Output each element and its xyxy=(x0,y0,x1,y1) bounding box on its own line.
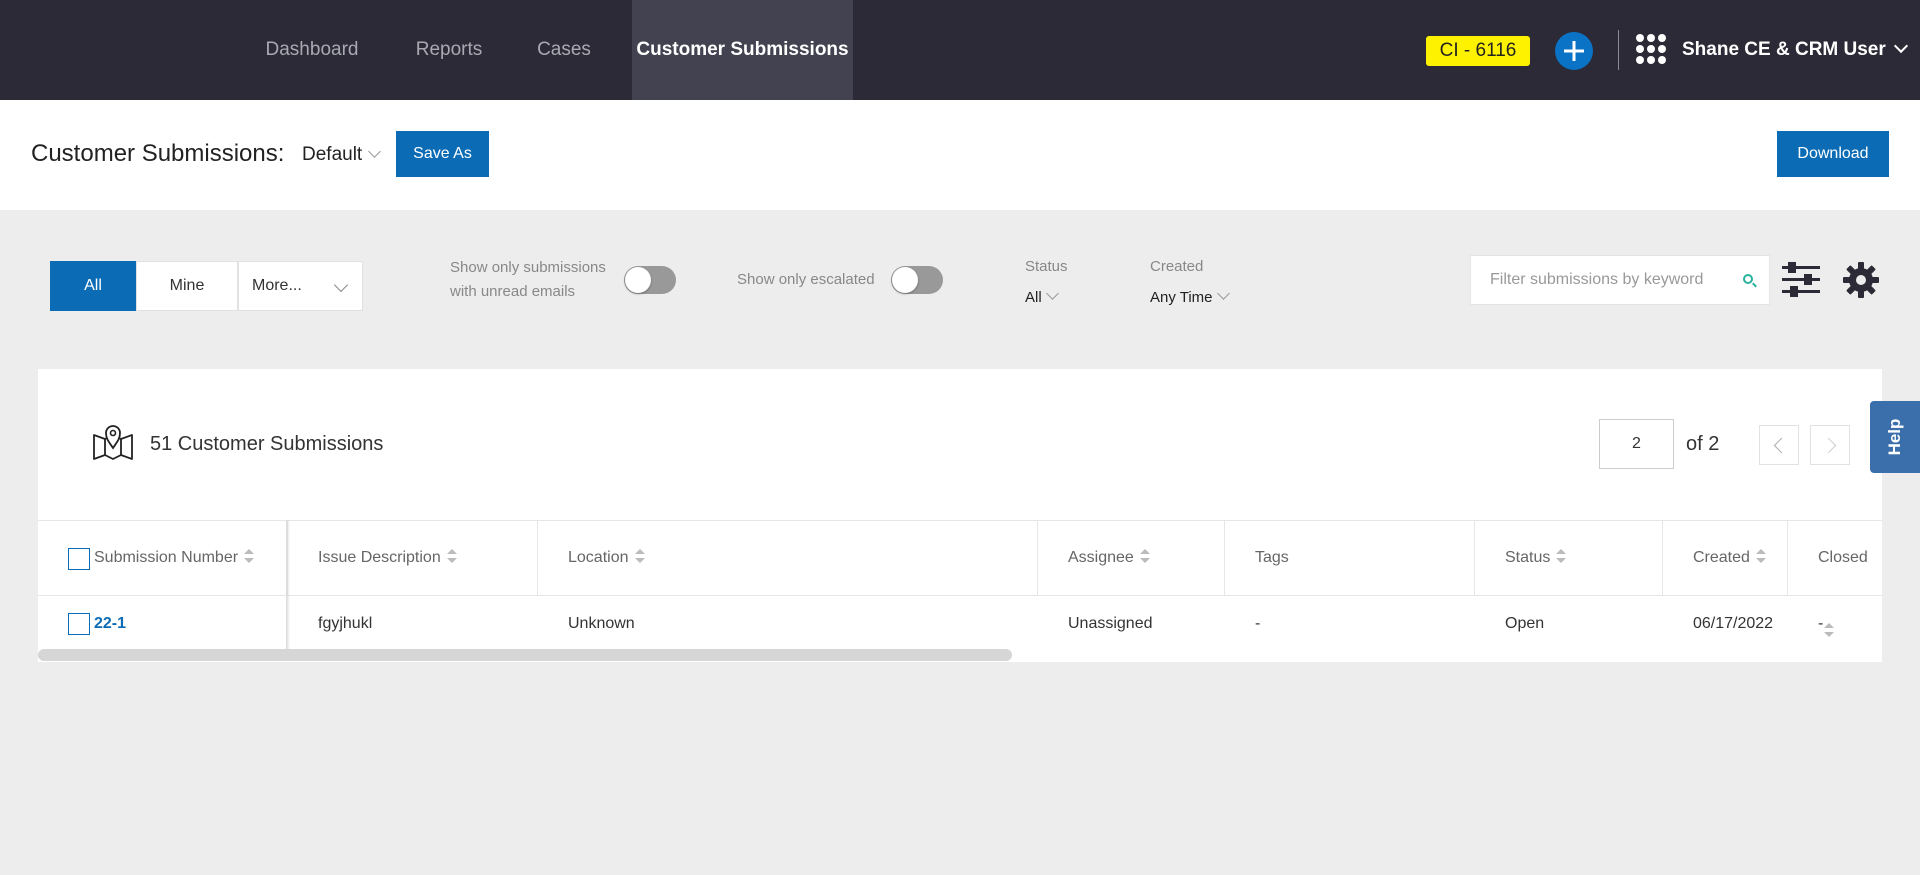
escalated-toggle-label: Show only escalated xyxy=(737,271,875,288)
tab-customer-submissions[interactable]: Customer Submissions xyxy=(632,0,853,100)
page-number-input[interactable] xyxy=(1599,419,1674,469)
next-page-button[interactable] xyxy=(1810,425,1850,465)
column-location[interactable]: Location xyxy=(538,521,1038,595)
top-navigation: Dashboard Reports Cases Customer Submiss… xyxy=(0,0,1920,100)
download-button[interactable]: Download xyxy=(1777,131,1889,177)
table-header: Submission Number Issue Description Loca… xyxy=(38,520,1882,637)
created-filter-dropdown[interactable]: Any Time xyxy=(1150,287,1230,306)
search-icon[interactable] xyxy=(1743,274,1753,284)
cell-location: Unknown xyxy=(568,615,635,632)
horizontal-scrollbar[interactable] xyxy=(38,649,1012,661)
column-closed[interactable]: Closed xyxy=(1788,521,1882,637)
sort-icon[interactable] xyxy=(244,548,255,563)
chevron-left-icon xyxy=(1773,437,1790,454)
cell-closed: - xyxy=(1818,615,1824,632)
map-pin-icon xyxy=(93,425,133,460)
cell-status: Open xyxy=(1505,615,1545,632)
nav-divider xyxy=(1618,30,1619,70)
submission-link[interactable]: 22-1 xyxy=(94,615,126,632)
cell-submission-number: 22-1 xyxy=(38,596,288,651)
chevron-down-icon xyxy=(1893,38,1908,54)
search-box xyxy=(1470,255,1770,305)
sort-icon[interactable] xyxy=(446,548,457,563)
sort-icon[interactable] xyxy=(1556,548,1567,563)
view-selector[interactable]: Default xyxy=(302,144,382,166)
column-issue-description[interactable]: Issue Description xyxy=(288,521,538,595)
tab-cases[interactable]: Cases xyxy=(526,0,602,100)
status-filter-dropdown[interactable]: All xyxy=(1025,287,1059,306)
sort-icon[interactable] xyxy=(634,548,645,563)
title-bar: Customer Submissions: Default Save As Do… xyxy=(0,100,1920,210)
created-filter-label: Created xyxy=(1150,258,1204,275)
filter-more-dropdown[interactable]: More... xyxy=(238,261,363,311)
search-input[interactable] xyxy=(1471,256,1731,304)
sort-icon[interactable] xyxy=(1139,548,1150,563)
cell-created: 06/17/2022 xyxy=(1693,615,1774,632)
status-filter-value: All xyxy=(1025,289,1042,306)
chevron-down-icon xyxy=(1045,287,1059,300)
gear-icon[interactable] xyxy=(1843,262,1879,298)
tab-dashboard[interactable]: Dashboard xyxy=(252,0,372,100)
app-launcher-icon[interactable] xyxy=(1636,34,1666,64)
column-submission-number[interactable]: Submission Number xyxy=(38,521,288,595)
save-as-button[interactable]: Save As xyxy=(396,131,489,177)
column-created[interactable]: Created xyxy=(1663,521,1788,595)
filter-all-button[interactable]: All xyxy=(50,261,136,311)
column-tags: Tags xyxy=(1225,521,1475,595)
sliders-icon[interactable] xyxy=(1782,262,1820,298)
tab-reports[interactable]: Reports xyxy=(398,0,500,100)
view-name: Default xyxy=(302,144,363,165)
environment-badge: CI - 6116 xyxy=(1426,36,1530,66)
table-row: 22-1 fgyjhukl Unknown Unassigned - Open … xyxy=(38,596,1882,651)
sort-icon[interactable] xyxy=(1755,548,1766,563)
column-status[interactable]: Status xyxy=(1475,521,1663,595)
cell-tags: - xyxy=(1255,615,1261,632)
chevron-down-icon xyxy=(333,277,349,293)
cell-assignee: Unassigned xyxy=(1068,615,1153,632)
user-name: Shane CE & CRM User xyxy=(1682,39,1886,60)
select-all-checkbox[interactable] xyxy=(68,548,90,570)
previous-page-button[interactable] xyxy=(1759,425,1799,465)
created-filter-value: Any Time xyxy=(1150,289,1213,306)
status-filter-label: Status xyxy=(1025,258,1068,275)
help-tab[interactable]: Help xyxy=(1870,401,1920,473)
filter-mine-button[interactable]: Mine xyxy=(136,261,238,311)
unread-toggle-label: Show only submissions with unread emails xyxy=(450,259,606,300)
more-label: More... xyxy=(252,277,302,294)
page-title: Customer Submissions: xyxy=(31,140,285,167)
chevron-down-icon xyxy=(1216,287,1230,300)
result-count: 51 Customer Submissions xyxy=(150,433,384,455)
add-new-button[interactable] xyxy=(1555,32,1593,70)
row-checkbox[interactable] xyxy=(68,613,90,635)
sticky-column-shadow xyxy=(286,520,290,651)
chevron-right-icon xyxy=(1820,437,1837,454)
escalated-toggle[interactable] xyxy=(891,266,943,294)
unread-emails-toggle[interactable] xyxy=(624,266,676,294)
results-panel: 51 Customer Submissions of 2 Submission … xyxy=(38,369,1882,662)
chevron-down-icon xyxy=(368,145,382,158)
cell-issue-description: fgyjhukl xyxy=(318,615,373,632)
column-assignee[interactable]: Assignee xyxy=(1038,521,1225,595)
user-menu[interactable]: Shane CE & CRM User xyxy=(1682,0,1908,100)
page-total: of 2 xyxy=(1686,433,1720,455)
